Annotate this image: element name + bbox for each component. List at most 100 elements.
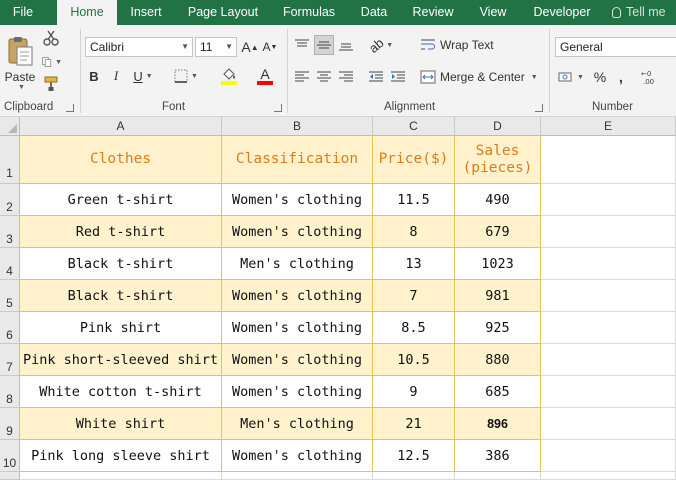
fill-color-button[interactable] [214,65,244,87]
decrease-indent-button[interactable] [366,67,386,87]
empty-cell[interactable] [541,248,676,280]
tab-insert[interactable]: Insert [122,0,170,25]
row-header-5[interactable]: 5 [0,280,20,312]
table-cell[interactable]: Women's clothing [222,184,373,216]
table-cell[interactable]: Pink shirt [20,312,222,344]
row-header-1[interactable]: 1 [0,136,20,184]
column-header-a[interactable]: A [20,117,222,136]
table-cell[interactable]: 13 [373,248,455,280]
format-painter-button[interactable] [42,75,60,93]
font-color-button[interactable]: A [250,65,280,87]
table-cell[interactable]: 685 [455,376,541,408]
clipboard-launcher-icon[interactable] [66,104,74,112]
tab-view[interactable]: View [472,0,514,25]
table-cell[interactable]: 11.5 [373,184,455,216]
empty-cell[interactable] [222,472,373,480]
table-cell[interactable]: 386 [455,440,541,472]
borders-button[interactable]: ▼ [172,67,200,85]
copy-button[interactable]: ▼ [42,53,62,71]
font-name-combo[interactable]: Calibri ▼ [85,37,193,57]
row-header-3[interactable]: 3 [0,216,20,248]
column-header-d[interactable]: D [455,117,541,136]
column-header-b[interactable]: B [222,117,373,136]
comma-style-button[interactable]: , [614,67,628,87]
table-cell[interactable]: Pink short-sleeved shirt [20,344,222,376]
table-cell[interactable]: Men's clothing [222,248,373,280]
table-cell[interactable]: Red t-shirt [20,216,222,248]
table-cell[interactable]: Women's clothing [222,312,373,344]
table-header-cell[interactable]: Sales (pieces) [455,136,541,184]
table-cell[interactable]: 8.5 [373,312,455,344]
row-header-9[interactable]: 9 [0,408,20,440]
align-left-button[interactable] [292,67,312,87]
table-header-cell[interactable]: Clothes [20,136,222,184]
bold-button[interactable]: B [86,67,102,85]
wrap-text-button[interactable]: Wrap Text [420,35,498,55]
empty-cell[interactable] [541,280,676,312]
tab-data[interactable]: Data [354,0,394,25]
font-launcher-icon[interactable] [274,104,282,112]
accounting-format-button[interactable]: ▼ [556,67,586,87]
merge-center-button[interactable]: Merge & Center ▼ [420,67,544,87]
tab-formulas[interactable]: Formulas [276,0,342,25]
align-center-button[interactable] [314,67,334,87]
table-cell[interactable]: 1023 [455,248,541,280]
empty-cell[interactable] [455,472,541,480]
empty-cell[interactable] [373,472,455,480]
table-cell[interactable]: 8 [373,216,455,248]
row-header-6[interactable]: 6 [0,312,20,344]
table-cell[interactable]: 10.5 [373,344,455,376]
table-cell[interactable]: 925 [455,312,541,344]
tab-developer[interactable]: Developer [527,0,597,25]
tab-review[interactable]: Review [407,0,459,25]
table-cell[interactable]: White shirt [20,408,222,440]
bottom-align-button[interactable] [336,35,356,55]
table-cell[interactable]: 9 [373,376,455,408]
middle-align-button[interactable] [314,35,334,55]
table-cell[interactable]: Women's clothing [222,376,373,408]
tell-me-search[interactable]: Tell me [612,0,676,25]
table-cell[interactable]: 12.5 [373,440,455,472]
number-format-combo[interactable]: General [555,37,676,57]
empty-cell[interactable] [541,376,676,408]
row-header-11[interactable] [0,472,20,480]
table-cell[interactable]: 21 [373,408,455,440]
table-cell[interactable]: Men's clothing [222,408,373,440]
tab-page-layout[interactable]: Page Layout [183,0,263,25]
empty-cell[interactable] [541,136,676,184]
font-size-combo[interactable]: 11 ▼ [195,37,237,57]
underline-button[interactable]: U ▼ [130,67,156,85]
empty-cell[interactable] [541,184,676,216]
table-cell[interactable]: Green t-shirt [20,184,222,216]
table-cell[interactable]: 679 [455,216,541,248]
percent-style-button[interactable]: % [591,67,609,87]
empty-cell[interactable] [541,312,676,344]
paste-button[interactable]: Paste ▼ [4,31,36,95]
row-header-2[interactable]: 2 [0,184,20,216]
table-header-cell[interactable]: Price($) [373,136,455,184]
row-header-4[interactable]: 4 [0,248,20,280]
increase-indent-button[interactable] [388,67,408,87]
top-align-button[interactable] [292,35,312,55]
empty-cell[interactable] [541,344,676,376]
row-header-7[interactable]: 7 [0,344,20,376]
table-cell[interactable]: Women's clothing [222,280,373,312]
table-cell[interactable]: 7 [373,280,455,312]
increase-decimal-button[interactable]: ←0.00 [640,67,670,87]
column-header-c[interactable]: C [373,117,455,136]
grow-font-button[interactable]: A ▲ [241,38,258,56]
table-cell[interactable]: Women's clothing [222,216,373,248]
table-cell[interactable]: 880 [455,344,541,376]
italic-button[interactable]: I [108,67,124,85]
align-right-button[interactable] [336,67,356,87]
empty-cell[interactable] [20,472,222,480]
table-cell[interactable]: Women's clothing [222,440,373,472]
table-header-cell[interactable]: Classification [222,136,373,184]
row-header-8[interactable]: 8 [0,376,20,408]
table-cell[interactable]: 490 [455,184,541,216]
empty-cell[interactable] [541,472,676,480]
tab-file[interactable]: File [0,0,46,25]
select-all-button[interactable] [0,117,20,136]
table-cell[interactable]: Black t-shirt [20,280,222,312]
cut-button[interactable] [42,29,60,47]
